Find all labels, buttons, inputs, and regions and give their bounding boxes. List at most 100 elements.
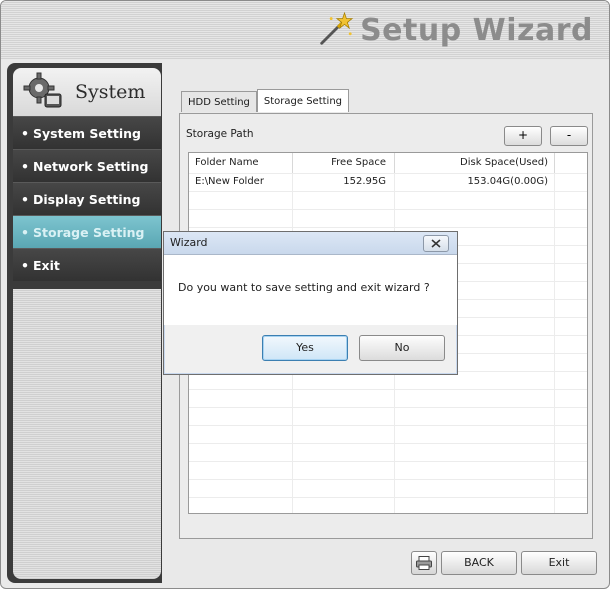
dialog-body: Do you want to save setting and exit wiz…	[164, 255, 457, 325]
empty-cell	[555, 390, 587, 407]
no-button[interactable]: No	[359, 335, 445, 361]
empty-cell	[189, 408, 293, 425]
add-path-button[interactable]: +	[504, 126, 542, 146]
empty-cell	[555, 192, 587, 209]
sidebar-item-display-setting[interactable]: • Display Setting	[13, 182, 161, 215]
empty-cell	[555, 498, 587, 513]
storage-path-label: Storage Path	[186, 128, 254, 140]
empty-cell	[395, 192, 555, 209]
empty-cell	[189, 462, 293, 479]
bullet-icon: •	[21, 224, 29, 240]
bullet-icon: •	[21, 257, 29, 273]
empty-cell	[555, 426, 587, 443]
printer-icon	[416, 556, 432, 570]
empty-cell	[555, 354, 587, 371]
empty-cell	[293, 462, 395, 479]
empty-cell	[395, 462, 555, 479]
tab-storage-setting[interactable]: Storage Setting	[256, 89, 350, 112]
table-header: Folder Name Free Space Disk Space(Used)	[189, 153, 587, 173]
empty-cell	[555, 408, 587, 425]
empty-cell	[395, 210, 555, 227]
empty-cell	[189, 480, 293, 497]
empty-table-row	[189, 191, 587, 209]
remove-path-button[interactable]: -	[550, 126, 588, 146]
empty-cell	[293, 192, 395, 209]
empty-cell	[555, 336, 587, 353]
empty-cell	[395, 408, 555, 425]
column-header-filler	[555, 153, 587, 173]
empty-cell	[293, 408, 395, 425]
empty-cell	[395, 444, 555, 461]
empty-cell	[293, 426, 395, 443]
empty-cell	[189, 192, 293, 209]
empty-cell	[555, 282, 587, 299]
tab-hdd-setting[interactable]: HDD Setting	[181, 91, 257, 112]
dialog-title: Wizard	[170, 236, 208, 249]
confirm-exit-dialog: Wizard Do you want to save setting and e…	[163, 231, 458, 375]
empty-cell	[293, 210, 395, 227]
table-row[interactable]: E:\New Folder 152.95G 153.04G(0.00G)	[189, 173, 587, 191]
sidebar-footer-area	[13, 289, 161, 579]
magic-wand-icon	[320, 11, 354, 45]
close-icon	[431, 239, 441, 248]
empty-cell	[555, 228, 587, 245]
dialog-close-button[interactable]	[423, 235, 449, 252]
tab-bar: HDD Setting Storage Setting	[181, 89, 350, 113]
sidebar-title: System	[75, 81, 146, 103]
empty-cell	[555, 210, 587, 227]
empty-cell	[293, 498, 395, 513]
empty-cell	[395, 426, 555, 443]
empty-cell	[293, 390, 395, 407]
column-header-free-space[interactable]: Free Space	[293, 153, 395, 173]
sidebar-item-label: System Setting	[33, 125, 141, 141]
empty-cell	[395, 498, 555, 513]
exit-button[interactable]: Exit	[521, 551, 597, 575]
empty-cell	[555, 246, 587, 263]
dialog-message: Do you want to save setting and exit wiz…	[178, 281, 430, 294]
empty-cell	[189, 426, 293, 443]
empty-cell	[395, 390, 555, 407]
sidebar-item-label: Storage Setting	[33, 224, 145, 240]
sidebar-item-label: Display Setting	[33, 191, 141, 207]
empty-cell	[555, 480, 587, 497]
bullet-icon: •	[21, 158, 29, 174]
sidebar-item-label: Exit	[33, 257, 60, 273]
sidebar-item-label: Network Setting	[33, 158, 149, 174]
filler-cell	[555, 174, 587, 191]
empty-cell	[189, 390, 293, 407]
empty-cell	[555, 264, 587, 281]
column-header-disk-space[interactable]: Disk Space(Used)	[395, 153, 555, 173]
column-header-folder-name[interactable]: Folder Name	[189, 153, 293, 173]
empty-table-row	[189, 407, 587, 425]
free-space-cell: 152.95G	[293, 174, 395, 191]
sidebar-item-exit[interactable]: • Exit	[13, 248, 161, 281]
empty-cell	[189, 444, 293, 461]
empty-cell	[555, 318, 587, 335]
empty-cell	[555, 372, 587, 389]
back-button[interactable]: BACK	[441, 551, 517, 575]
bullet-icon: •	[21, 191, 29, 207]
empty-cell	[555, 462, 587, 479]
print-button[interactable]	[411, 551, 437, 575]
empty-table-row	[189, 443, 587, 461]
folder-name-cell: E:\New Folder	[189, 174, 293, 191]
empty-cell	[293, 480, 395, 497]
yes-button[interactable]: Yes	[262, 335, 348, 361]
empty-table-row	[189, 497, 587, 513]
bullet-icon: •	[21, 125, 29, 141]
empty-cell	[293, 444, 395, 461]
dialog-title-bar: Wizard	[164, 232, 457, 255]
system-gear-icon	[23, 72, 62, 108]
empty-cell	[555, 300, 587, 317]
sidebar-menu: • System Setting • Network Setting • Dis…	[13, 116, 161, 281]
sidebar-header: System	[13, 68, 161, 116]
window-title: Setup Wizard	[360, 12, 593, 48]
sidebar-item-network-setting[interactable]: • Network Setting	[13, 149, 161, 182]
empty-cell	[555, 444, 587, 461]
empty-table-row	[189, 461, 587, 479]
sidebar-item-storage-setting[interactable]: • Storage Setting	[13, 215, 161, 248]
empty-cell	[189, 210, 293, 227]
empty-cell	[395, 480, 555, 497]
sidebar-item-system-setting[interactable]: • System Setting	[13, 116, 161, 149]
title-bar: Setup Wizard	[1, 1, 609, 59]
